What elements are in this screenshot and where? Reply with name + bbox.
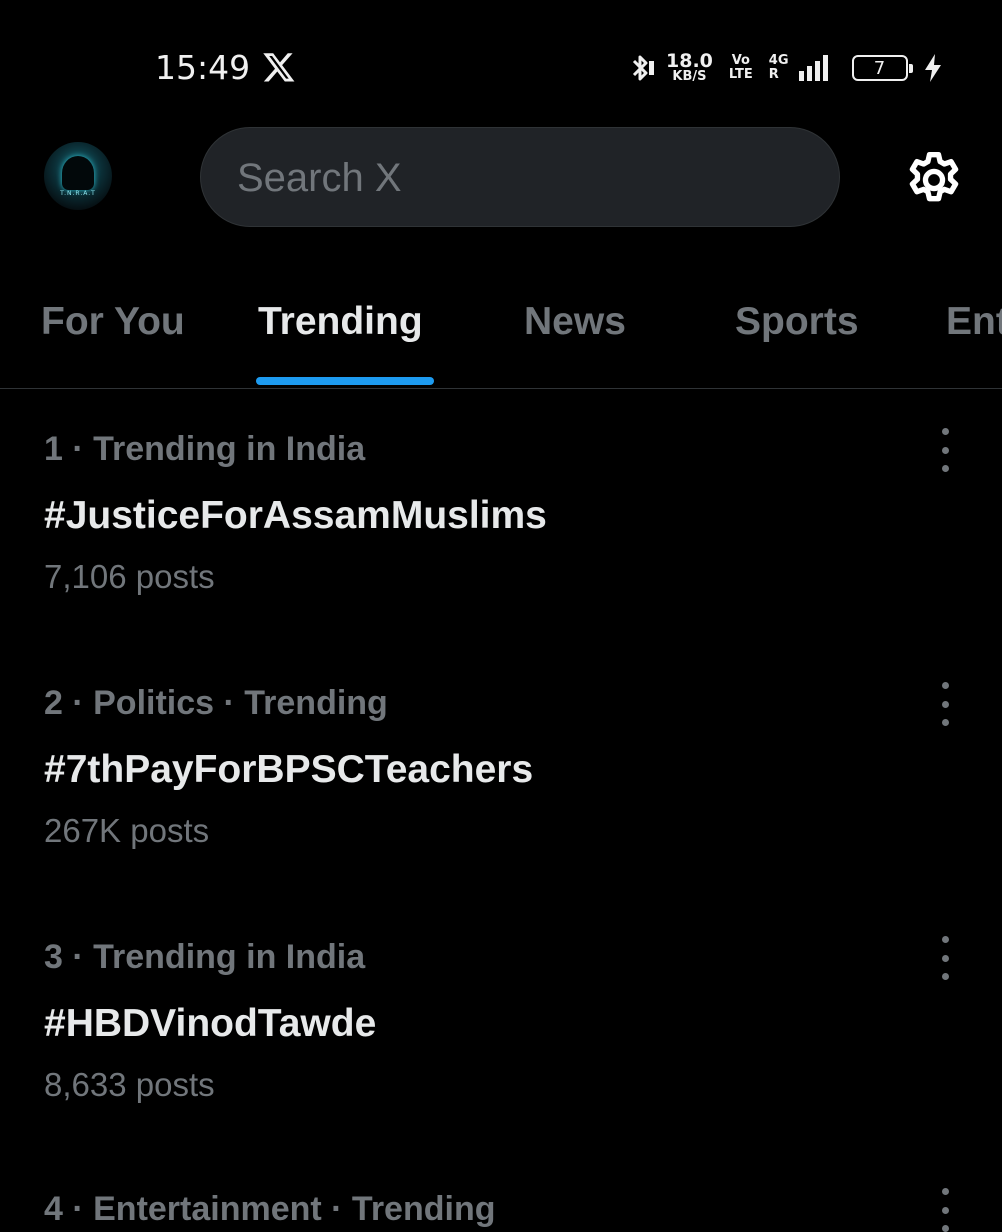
trend-post-count: 8,633 posts	[44, 1066, 215, 1103]
roaming-label: R	[768, 67, 779, 82]
network-speed-value: 18.0	[666, 50, 713, 72]
signal-icon	[798, 55, 828, 81]
status-icons: 18.0 KB/S Vo LTE 4G R 7	[628, 48, 944, 88]
trend-title: #HBDVinodTawde	[44, 1002, 377, 1045]
volte-indicator: Vo LTE	[729, 54, 753, 82]
battery-level: 7	[873, 57, 886, 79]
trend-item[interactable]: 1 · Trending in India #JusticeForAssamMu…	[0, 428, 1002, 660]
status-time: 15:49	[155, 48, 251, 87]
trend-meta: 2 · Politics · Trending	[44, 684, 388, 722]
network-type-label: 4G	[768, 53, 789, 68]
tab-news[interactable]: News	[524, 300, 626, 344]
network-speed: 18.0 KB/S	[666, 52, 713, 84]
battery-icon: 7	[851, 55, 913, 81]
trend-title: #7thPayForBPSCTeachers	[44, 748, 534, 791]
avatar[interactable]: T.N.R.A.T	[44, 142, 112, 210]
volte-top: Vo	[731, 53, 750, 68]
avatar-text: T.N.R.A.T	[60, 190, 96, 197]
search-input[interactable]	[235, 128, 799, 228]
trend-meta: 1 · Trending in India	[44, 430, 366, 468]
network-speed-unit: KB/S	[672, 69, 707, 84]
tab-for-you[interactable]: For You	[41, 300, 185, 344]
trend-item[interactable]: 2 · Politics · Trending #7thPayForBPSCTe…	[0, 682, 1002, 914]
explore-tabs: For You Trending News Sports Entertainme…	[0, 280, 1002, 389]
trend-item[interactable]: 3 · Trending in India #HBDVinodTawde 8,6…	[0, 936, 1002, 1168]
more-options-icon[interactable]	[930, 1188, 960, 1232]
tab-trending[interactable]: Trending	[258, 300, 423, 344]
volte-bottom: LTE	[728, 67, 753, 82]
trend-meta: 4 · Entertainment · Trending	[44, 1190, 496, 1228]
charging-icon	[924, 54, 941, 82]
more-options-icon[interactable]	[930, 428, 960, 472]
x-logo-icon	[263, 53, 295, 82]
trend-post-count: 7,106 posts	[44, 558, 215, 595]
network-type: 4G R	[769, 54, 789, 82]
trend-meta: 3 · Trending in India	[44, 938, 366, 976]
tab-entertainment[interactable]: Entertainment	[946, 300, 1002, 344]
active-tab-indicator	[256, 377, 434, 385]
search-bar[interactable]	[200, 127, 840, 228]
more-options-icon[interactable]	[930, 682, 960, 726]
trend-title: #JusticeForAssamMuslims	[44, 494, 547, 537]
more-options-icon[interactable]	[930, 936, 960, 980]
bluetooth-icon	[632, 55, 654, 81]
trend-post-count: 267K posts	[44, 812, 210, 849]
status-bar: 15:49 18.0 KB/S Vo LTE 4G R 7	[0, 0, 1002, 130]
avatar-figure	[62, 156, 94, 190]
tab-sports[interactable]: Sports	[735, 300, 859, 344]
gear-icon[interactable]	[902, 148, 966, 212]
trend-item[interactable]: 4 · Entertainment · Trending	[0, 1188, 1002, 1232]
